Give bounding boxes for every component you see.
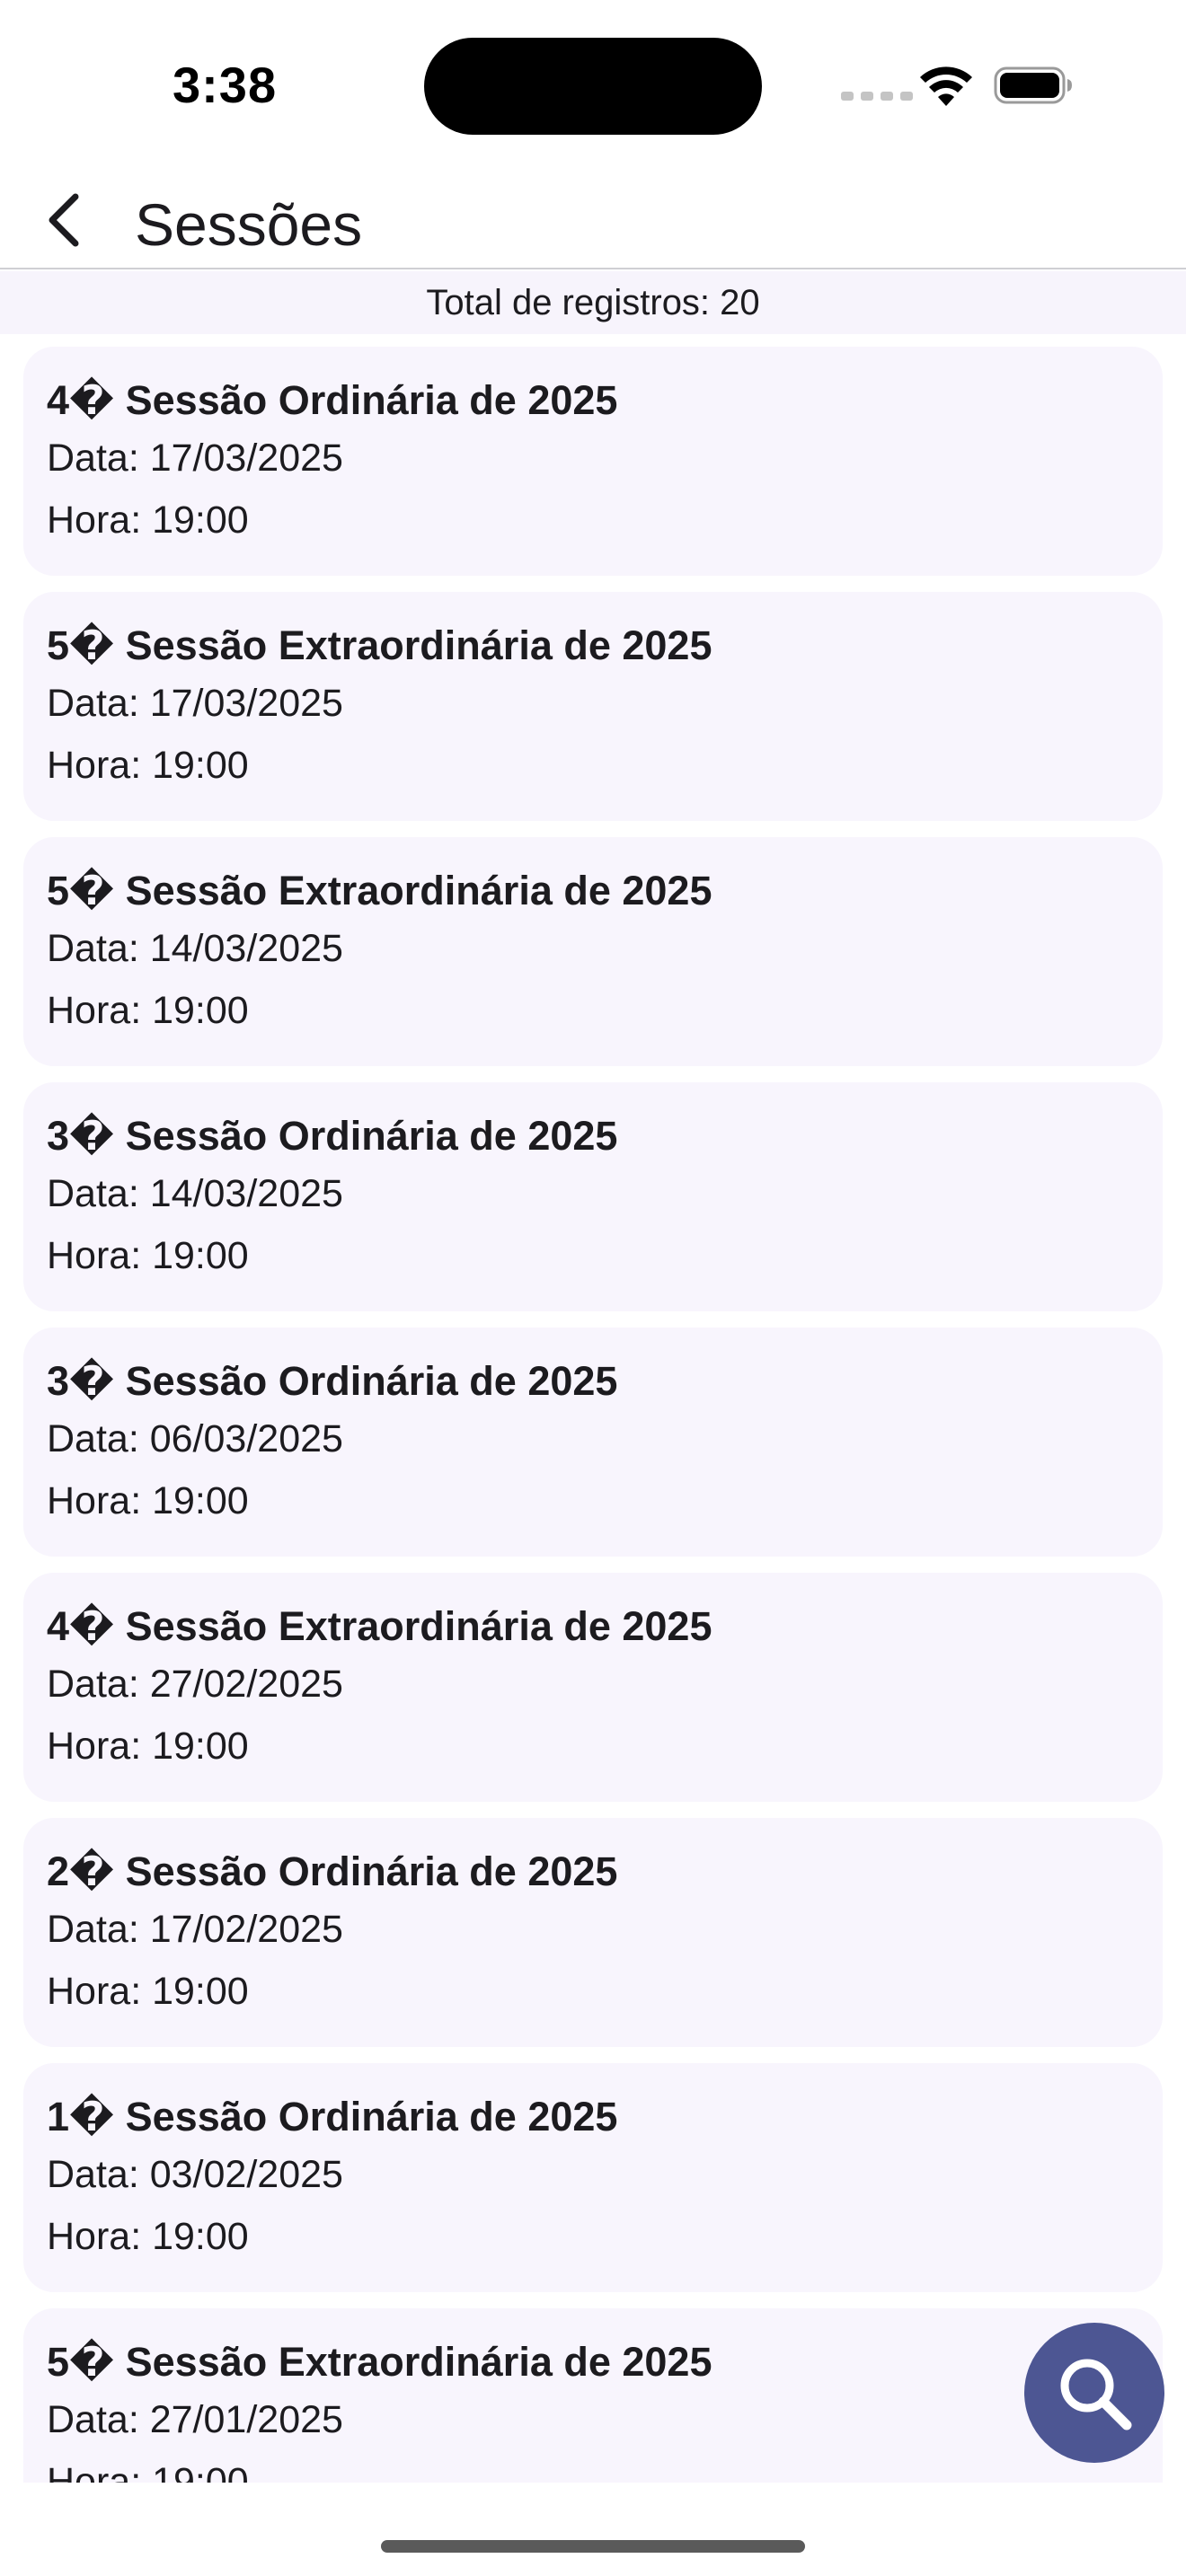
session-card[interactable]: 3� Sessão Ordinária de 2025 Data: 14/03/… [23, 1082, 1163, 1311]
session-card[interactable]: 4� Sessão Ordinária de 2025 Data: 17/03/… [23, 347, 1163, 576]
session-list-viewport[interactable]: 4� Sessão Ordinária de 2025 Data: 17/03/… [0, 334, 1186, 2483]
session-title: 5� Sessão Extraordinária de 2025 [47, 622, 712, 668]
search-icon [1060, 2359, 1132, 2430]
back-button[interactable] [25, 181, 102, 259]
session-time: Hora: 19:00 [47, 1970, 249, 2013]
wifi-icon [920, 66, 972, 106]
session-card[interactable]: 2� Sessão Ordinária de 2025 Data: 17/02/… [23, 1818, 1163, 2047]
page-title: Sessões [135, 191, 363, 258]
session-date: Data: 27/02/2025 [47, 1663, 343, 1706]
session-title: 3� Sessão Ordinária de 2025 [47, 1113, 618, 1159]
status-bar: 3:38 [0, 0, 1186, 171]
session-title: 2� Sessão Ordinária de 2025 [47, 1848, 618, 1894]
session-title: 1� Sessão Ordinária de 2025 [47, 2094, 618, 2139]
session-title: 3� Sessão Ordinária de 2025 [47, 1358, 618, 1404]
battery-icon [994, 66, 1072, 104]
status-time: 3:38 [173, 57, 278, 113]
session-time: Hora: 19:00 [47, 2215, 249, 2258]
session-date: Data: 27/01/2025 [47, 2398, 343, 2441]
total-records-text: Total de registros: 20 [426, 282, 760, 322]
total-records: Total de registros: 20 [0, 271, 1186, 334]
session-date: Data: 14/03/2025 [47, 927, 343, 970]
session-date: Data: 17/03/2025 [47, 682, 343, 725]
session-time: Hora: 19:00 [47, 744, 249, 787]
session-date: Data: 06/03/2025 [47, 1417, 343, 1460]
session-time: Hora: 19:00 [47, 2460, 249, 2483]
session-card[interactable]: 3� Sessão Ordinária de 2025 Data: 06/03/… [23, 1328, 1163, 1557]
session-time: Hora: 19:00 [47, 989, 249, 1032]
session-card[interactable]: 1� Sessão Ordinária de 2025 Data: 03/02/… [23, 2063, 1163, 2292]
session-date: Data: 17/02/2025 [47, 1908, 343, 1951]
dynamic-island [424, 38, 762, 135]
home-indicator[interactable] [381, 2540, 805, 2553]
session-time: Hora: 19:00 [47, 1479, 249, 1522]
session-time: Hora: 19:00 [47, 498, 249, 542]
session-card[interactable]: 5� Sessão Extraordinária de 2025 Data: 1… [23, 837, 1163, 1066]
signal-icon [841, 92, 913, 101]
session-time: Hora: 19:00 [47, 1234, 249, 1277]
app-bar: Sessões [0, 171, 1186, 269]
chevron-left-icon [49, 193, 79, 247]
session-date: Data: 03/02/2025 [47, 2153, 343, 2196]
session-card[interactable]: 4� Sessão Extraordinária de 2025 Data: 2… [23, 1573, 1163, 1802]
session-title: 4� Sessão Ordinária de 2025 [47, 377, 618, 423]
session-date: Data: 17/03/2025 [47, 437, 343, 480]
session-title: 4� Sessão Extraordinária de 2025 [47, 1603, 712, 1649]
session-card[interactable]: 5� Sessão Extraordinária de 2025 Data: 1… [23, 592, 1163, 821]
session-date: Data: 14/03/2025 [47, 1172, 343, 1215]
session-title: 5� Sessão Extraordinária de 2025 [47, 2339, 712, 2385]
session-card[interactable]: 5� Sessão Extraordinária de 2025 Data: 2… [23, 2308, 1163, 2483]
session-time: Hora: 19:00 [47, 1725, 249, 1768]
session-title: 5� Sessão Extraordinária de 2025 [47, 868, 712, 913]
session-list: 4� Sessão Ordinária de 2025 Data: 17/03/… [0, 334, 1186, 2483]
search-fab-button[interactable] [1024, 2323, 1164, 2463]
